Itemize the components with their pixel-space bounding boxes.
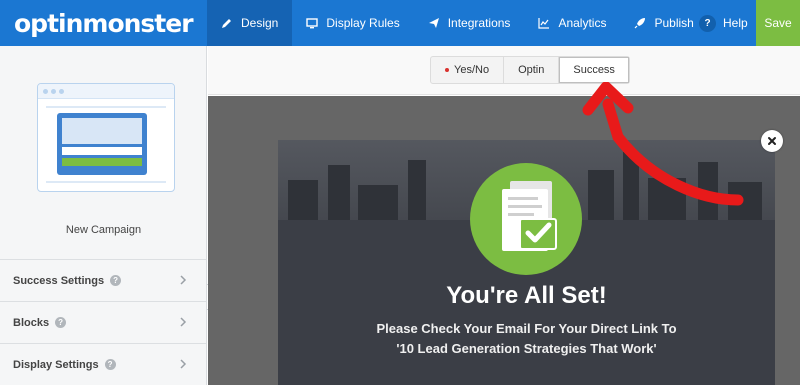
pencil-icon xyxy=(221,17,233,29)
campaign-thumbnail-area[interactable]: New Campaign xyxy=(0,46,207,259)
nav-analytics-label: Analytics xyxy=(558,16,607,30)
section-label: Blocks xyxy=(13,316,50,329)
status-dot-icon xyxy=(445,68,449,72)
thumbnail-browser-bar xyxy=(38,84,174,99)
thumbnail-optin-card xyxy=(57,113,147,175)
monitor-icon xyxy=(306,17,319,29)
sidebar: New Campaign Success Settings ? Blocks ?… xyxy=(0,46,207,385)
blocks-section[interactable]: Blocks ? xyxy=(0,301,206,343)
popup-subtitle-line: '10 Lead Generation Strategies That Work… xyxy=(396,341,657,356)
optinmonster-logo[interactable]: optinmonster xyxy=(0,0,207,46)
help-icon[interactable]: ? xyxy=(110,275,122,286)
help-icon: ? xyxy=(699,14,716,32)
chevron-right-icon xyxy=(180,317,187,327)
chart-line-icon xyxy=(538,17,550,29)
chevron-right-icon xyxy=(180,359,187,369)
popup-subtitle: Please Check Your Email For Your Direct … xyxy=(278,319,775,359)
view-tabs: Yes/No Optin Success xyxy=(430,56,630,84)
top-navigation-bar: optinmonster Design Display Rules Integr… xyxy=(0,0,800,46)
help-link[interactable]: ? Help xyxy=(699,0,748,46)
tab-success[interactable]: Success xyxy=(559,57,629,83)
nav-analytics[interactable]: Analytics xyxy=(524,0,620,46)
close-icon xyxy=(768,137,776,145)
campaign-name: New Campaign xyxy=(65,224,142,236)
nav-display-rules[interactable]: Display Rules xyxy=(292,0,413,46)
display-settings-section[interactable]: Display Settings ? xyxy=(0,343,206,385)
browser-dot-icon xyxy=(59,89,64,94)
thumbnail-line xyxy=(46,181,166,183)
success-settings-section[interactable]: Success Settings ? xyxy=(0,259,206,301)
tab-label: Optin xyxy=(518,64,545,76)
tab-label: Yes/No xyxy=(454,64,490,76)
section-label: Display Settings xyxy=(13,358,99,371)
browser-dot-icon xyxy=(51,89,56,94)
thumbnail-line xyxy=(46,106,166,108)
rocket-icon xyxy=(634,17,646,29)
nav-integrations-label: Integrations xyxy=(447,16,511,30)
nav-display-rules-label: Display Rules xyxy=(326,16,400,30)
close-popup-button[interactable] xyxy=(761,130,783,152)
help-icon[interactable]: ? xyxy=(55,317,67,328)
campaign-thumbnail xyxy=(37,83,175,192)
logo-text: optinmonster xyxy=(14,8,194,38)
paper-plane-icon xyxy=(428,17,440,29)
nav-design[interactable]: Design xyxy=(207,0,293,46)
tab-optin[interactable]: Optin xyxy=(504,57,560,83)
tab-label: Success xyxy=(573,64,615,76)
browser-dot-icon xyxy=(43,89,48,94)
nav-design-label: Design xyxy=(241,16,279,30)
popup-subtitle-line: Please Check Your Email For Your Direct … xyxy=(376,321,677,336)
help-icon[interactable]: ? xyxy=(104,359,116,370)
chevron-right-icon xyxy=(180,275,187,285)
section-label: Success Settings xyxy=(13,274,105,287)
nav-publish-label: Publish xyxy=(654,16,694,30)
tab-yes-no[interactable]: Yes/No xyxy=(431,57,505,83)
popup-title: You're All Set! xyxy=(446,282,607,309)
help-label: Help xyxy=(723,16,748,30)
red-arrow-annotation-icon xyxy=(582,82,744,206)
document-check-icon xyxy=(470,163,582,275)
save-button[interactable]: Save xyxy=(756,0,800,46)
nav-integrations[interactable]: Integrations xyxy=(414,0,525,46)
